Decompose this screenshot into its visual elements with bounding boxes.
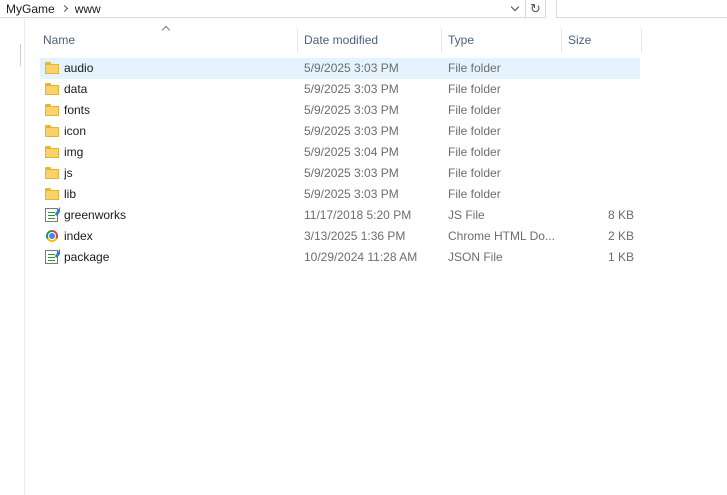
file-type: File folder bbox=[448, 61, 501, 75]
file-icon-cell bbox=[44, 121, 60, 142]
file-name: audio bbox=[64, 61, 94, 75]
file-size bbox=[558, 58, 634, 79]
file-row-audio[interactable]: audio 5/9/2025 3:03 PM File folder bbox=[40, 58, 640, 79]
file-type: File folder bbox=[448, 187, 501, 201]
file-icon-cell bbox=[44, 58, 60, 79]
file-date-modified: 3/13/2025 1:36 PM bbox=[304, 229, 406, 243]
file-date-modified: 11/17/2018 5:20 PM bbox=[304, 208, 412, 222]
file-size bbox=[558, 142, 634, 163]
file-size: 8 KB bbox=[607, 208, 634, 222]
column-header: Name Date modified Type Size bbox=[38, 29, 642, 52]
file-row-data[interactable]: data 5/9/2025 3:03 PM File folder bbox=[40, 79, 640, 100]
script-file-icon bbox=[45, 208, 58, 222]
file-row-fonts[interactable]: fonts 5/9/2025 3:03 PM File folder bbox=[40, 100, 640, 121]
file-name: data bbox=[64, 82, 88, 96]
file-size bbox=[558, 121, 634, 142]
file-icon-cell bbox=[44, 79, 60, 100]
file-date-modified: 5/9/2025 3:03 PM bbox=[304, 187, 399, 201]
pane-divider bbox=[24, 19, 25, 495]
file-type: File folder bbox=[448, 82, 501, 96]
file-date-modified: 5/9/2025 3:04 PM bbox=[304, 145, 399, 159]
file-list: audio 5/9/2025 3:03 PM File folder data 5/9/… bbox=[40, 58, 640, 268]
file-icon-cell bbox=[44, 163, 60, 184]
search-input[interactable] bbox=[556, 0, 727, 18]
chevron-down-icon[interactable] bbox=[509, 0, 523, 18]
file-name: fonts bbox=[64, 103, 91, 117]
refresh-icon: ↻ bbox=[530, 1, 541, 16]
file-row-icon[interactable]: icon 5/9/2025 3:03 PM File folder bbox=[40, 121, 640, 142]
file-date-modified: 5/9/2025 3:03 PM bbox=[304, 124, 399, 138]
file-size: 2 KB bbox=[607, 229, 634, 243]
file-icon-cell bbox=[44, 226, 60, 247]
file-icon-cell bbox=[44, 142, 60, 163]
file-date-modified: 5/9/2025 3:03 PM bbox=[304, 61, 399, 75]
file-type: File folder bbox=[448, 145, 501, 159]
file-date-modified: 5/9/2025 3:03 PM bbox=[304, 166, 399, 180]
file-size bbox=[558, 79, 634, 100]
file-name: js bbox=[64, 166, 73, 180]
file-size bbox=[558, 100, 634, 121]
folder-icon bbox=[45, 188, 59, 200]
folder-icon bbox=[45, 125, 59, 137]
file-type: JSON File bbox=[448, 250, 503, 264]
file-date-modified: 5/9/2025 3:03 PM bbox=[304, 82, 399, 96]
file-size bbox=[558, 184, 634, 205]
file-date-modified: 10/29/2024 11:28 AM bbox=[304, 250, 418, 264]
file-type: File folder bbox=[448, 166, 501, 180]
address-bar[interactable]: MyGame www bbox=[0, 0, 526, 18]
folder-icon bbox=[45, 146, 59, 158]
folder-icon bbox=[45, 62, 59, 74]
file-row-img[interactable]: img 5/9/2025 3:04 PM File folder bbox=[40, 142, 640, 163]
file-icon-cell bbox=[44, 184, 60, 205]
file-size bbox=[558, 163, 634, 184]
refresh-button[interactable]: ↻ bbox=[526, 0, 546, 18]
top-bar: MyGame www ↻ bbox=[0, 0, 727, 19]
column-header-name[interactable]: Name bbox=[38, 29, 298, 52]
file-type: Chrome HTML Do... bbox=[448, 229, 555, 243]
chevron-right-icon[interactable] bbox=[61, 0, 69, 18]
file-name: icon bbox=[64, 124, 87, 138]
script-file-icon bbox=[45, 250, 58, 264]
file-name: img bbox=[64, 145, 84, 159]
file-row-package[interactable]: package 10/29/2024 11:28 AM JSON File 1 KB bbox=[40, 247, 640, 268]
file-name: index bbox=[64, 229, 93, 243]
file-type: File folder bbox=[448, 103, 501, 117]
file-icon-cell bbox=[44, 205, 60, 226]
folder-icon bbox=[45, 104, 59, 116]
file-row-greenworks[interactable]: greenworks 11/17/2018 5:20 PM JS File 8 KB bbox=[40, 205, 640, 226]
chrome-html-icon bbox=[46, 230, 58, 242]
file-type: File folder bbox=[448, 124, 501, 138]
file-name: lib bbox=[64, 187, 77, 201]
folder-icon bbox=[45, 83, 59, 95]
file-name: greenworks bbox=[64, 208, 127, 222]
file-icon-cell bbox=[44, 247, 60, 268]
file-row-js[interactable]: js 5/9/2025 3:03 PM File folder bbox=[40, 163, 640, 184]
file-row-index[interactable]: index 3/13/2025 1:36 PM Chrome HTML Do... 2… bbox=[40, 226, 640, 247]
file-type: JS File bbox=[448, 208, 485, 222]
column-header-date-modified[interactable]: Date modified bbox=[298, 29, 442, 52]
column-header-size[interactable]: Size bbox=[562, 29, 642, 52]
file-icon-cell bbox=[44, 100, 60, 121]
column-header-type[interactable]: Type bbox=[442, 29, 562, 52]
breadcrumb-www[interactable]: www bbox=[75, 0, 101, 18]
file-size: 1 KB bbox=[607, 250, 634, 264]
file-name: package bbox=[64, 250, 110, 264]
folder-icon bbox=[45, 167, 59, 179]
breadcrumb-mygame[interactable]: MyGame bbox=[0, 0, 55, 18]
file-date-modified: 5/9/2025 3:03 PM bbox=[304, 103, 399, 117]
navigation-pane-edge[interactable] bbox=[20, 44, 21, 66]
file-row-lib[interactable]: lib 5/9/2025 3:03 PM File folder bbox=[40, 184, 640, 205]
